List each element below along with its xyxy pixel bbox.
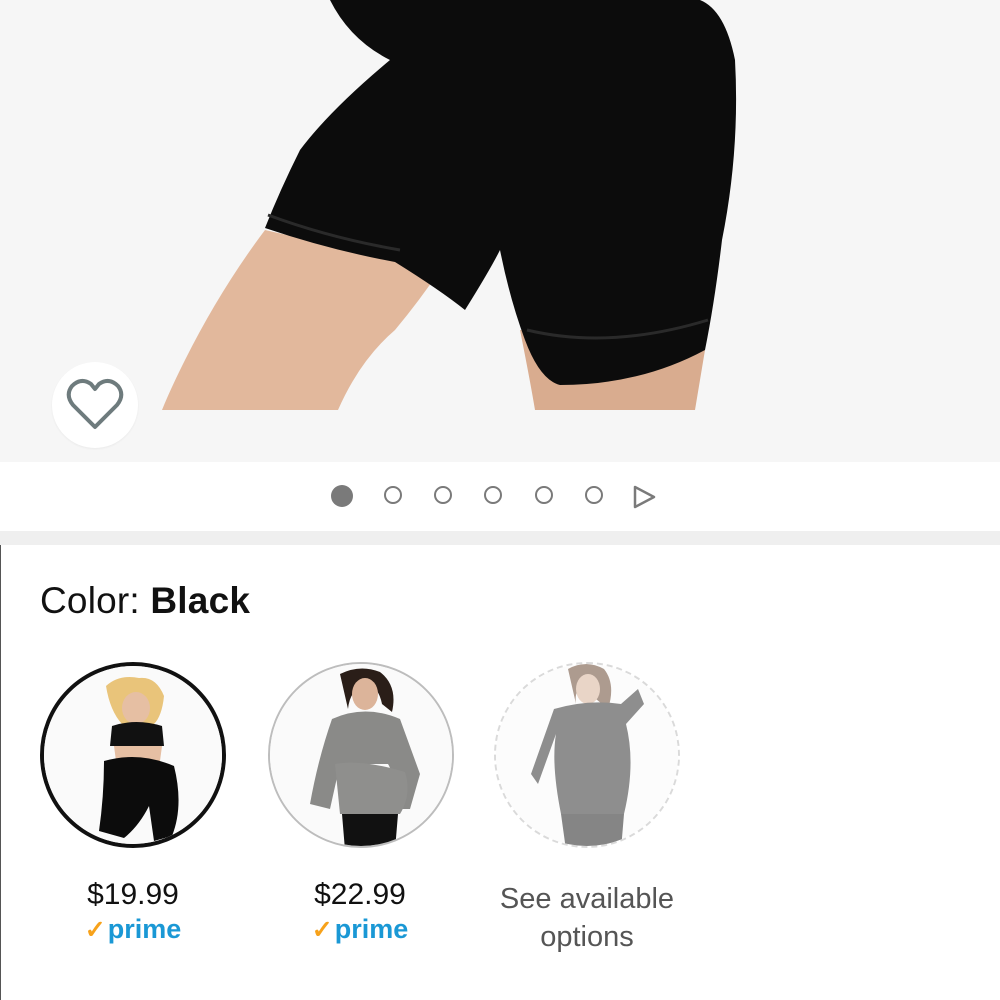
prime-check-icon: ✓ bbox=[311, 916, 333, 944]
color-label: Color: bbox=[40, 580, 140, 621]
swatch-2-price: $22.99 bbox=[314, 878, 406, 911]
heart-icon bbox=[66, 379, 124, 429]
wishlist-heart-button[interactable] bbox=[52, 362, 138, 448]
color-selection-label: Color: Black bbox=[40, 580, 250, 622]
swatch-2-prime-badge: ✓prime bbox=[260, 914, 460, 945]
carousel-dot-6[interactable] bbox=[585, 486, 603, 504]
carousel-dot-1[interactable] bbox=[331, 485, 353, 507]
carousel-dot-5[interactable] bbox=[535, 486, 553, 504]
swatch-1-price: $19.99 bbox=[87, 878, 179, 911]
carousel-next-icon[interactable] bbox=[632, 484, 658, 510]
prime-label: prime bbox=[334, 914, 409, 944]
see-available-options-text: See available options bbox=[499, 883, 675, 953]
carousel-dot-4[interactable] bbox=[484, 486, 502, 504]
product-image[interactable] bbox=[0, 0, 1000, 462]
swatch-black[interactable] bbox=[40, 662, 226, 848]
section-divider bbox=[0, 531, 1000, 545]
swatch-1-prime-badge: ✓prime bbox=[33, 914, 233, 945]
swatch-gray[interactable] bbox=[268, 662, 454, 848]
prime-check-icon: ✓ bbox=[84, 916, 106, 944]
swatch-unavailable[interactable] bbox=[494, 662, 680, 848]
carousel-dot-3[interactable] bbox=[434, 486, 452, 504]
color-value: Black bbox=[150, 580, 251, 621]
carousel-dot-2[interactable] bbox=[384, 486, 402, 504]
prime-label: prime bbox=[107, 914, 182, 944]
